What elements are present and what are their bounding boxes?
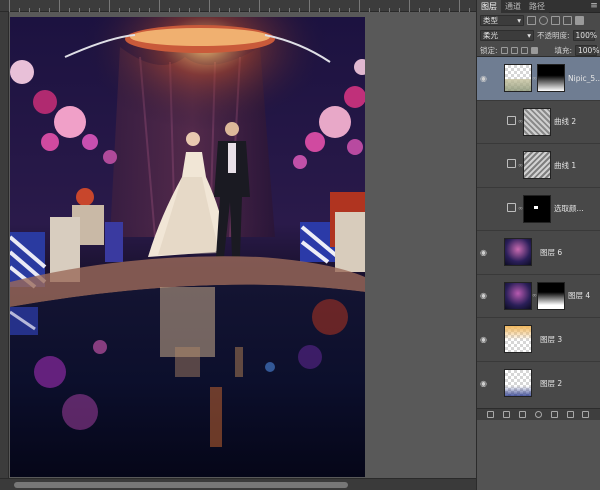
horizontal-scrollbar[interactable]	[0, 478, 476, 490]
document-image[interactable]	[10, 17, 365, 477]
link-layers-icon[interactable]	[487, 411, 495, 418]
opacity-label: 不透明度:	[537, 31, 570, 40]
filter-kind-select[interactable]: 类型 ▾	[480, 15, 524, 26]
ruler-tick	[309, 0, 310, 12]
lock-pixels-icon[interactable]	[510, 47, 518, 54]
layer-thumbnail	[504, 369, 532, 398]
layer-thumbnail	[504, 64, 532, 93]
blend-row: 柔光 ▾ 不透明度: 100%	[477, 28, 600, 43]
layer-row-curves-2[interactable]: ∞ 曲线 2	[477, 101, 600, 144]
visibility-eye-icon[interactable]: ◉	[477, 379, 490, 388]
layer-mask-thumbnail[interactable]	[523, 194, 551, 223]
layer-list: ◉ ∞ Nipic_5... ∞ 曲线 2 ∞ 曲线 1 ∞ 选取颜... ◉ …	[477, 56, 600, 408]
layer-mask-thumbnail[interactable]	[537, 281, 565, 310]
layer-row-curves-1[interactable]: ∞ 曲线 1	[477, 144, 600, 188]
layer-name[interactable]: 图层 4	[565, 290, 590, 301]
layer-name[interactable]: 图层 6	[532, 247, 562, 258]
layer-mask-thumbnail[interactable]	[537, 64, 565, 93]
layer-row-layer-6[interactable]: ◉ 图层 6	[477, 231, 600, 275]
fx-icon[interactable]	[503, 411, 511, 418]
layers-panel: 图层 通道 路径 ≡ 类型 ▾ 柔光 ▾ 不透明度: 100% 锁定: 填充: …	[476, 0, 600, 420]
fill-field[interactable]: 100%	[575, 45, 600, 56]
new-layer-icon[interactable]	[566, 411, 574, 418]
layer-name[interactable]: Nipic_5...	[565, 74, 600, 83]
panel-tab-bar: 图层 通道 路径 ≡	[477, 0, 600, 13]
canvas-area[interactable]	[9, 12, 476, 478]
smart-object-filter-icon[interactable]	[575, 16, 584, 25]
ruler-tick	[159, 0, 160, 12]
opacity-value: 100%	[575, 31, 597, 40]
blend-mode-select[interactable]: 柔光 ▾	[480, 30, 534, 41]
ruler-tick	[59, 0, 60, 12]
ruler-tick	[359, 0, 360, 12]
ruler-tick	[109, 0, 110, 12]
layer-row-layer-3[interactable]: ◉ 图层 3	[477, 318, 600, 362]
chevron-down-icon: ▾	[517, 16, 521, 25]
pixel-filter-icon[interactable]	[527, 16, 536, 25]
scrollbar-thumb[interactable]	[14, 482, 348, 488]
curves-adjustment-icon	[504, 159, 518, 171]
visibility-eye-icon[interactable]: ◉	[477, 335, 490, 344]
delete-layer-icon[interactable]	[582, 411, 590, 418]
layer-name[interactable]: 曲线 2	[551, 116, 576, 127]
new-group-icon[interactable]	[550, 411, 558, 418]
visibility-eye-icon[interactable]: ◉	[477, 74, 490, 83]
ruler-tick	[259, 0, 260, 12]
photoshop-window: 图层 通道 路径 ≡ 类型 ▾ 柔光 ▾ 不透明度: 100% 锁定: 填充: …	[0, 0, 600, 490]
panel-menu-icon[interactable]: ≡	[588, 0, 600, 12]
filter-kind-label: 类型	[483, 16, 498, 25]
layer-name[interactable]: 图层 2	[532, 378, 562, 389]
vertical-ruler[interactable]	[0, 12, 9, 478]
layers-panel-footer	[477, 408, 600, 420]
lock-label: 锁定:	[480, 46, 498, 55]
chevron-down-icon: ▾	[527, 31, 531, 40]
ruler-tick	[459, 0, 460, 12]
type-filter-icon[interactable]	[551, 16, 560, 25]
fill-value: 100%	[578, 46, 600, 55]
lock-transparent-icon[interactable]	[500, 47, 508, 54]
layer-name[interactable]: 图层 3	[532, 334, 562, 345]
shape-filter-icon[interactable]	[563, 16, 572, 25]
adjustment-filter-icon[interactable]	[539, 16, 548, 25]
layer-row-layer-2[interactable]: ◉ 图层 2	[477, 362, 600, 406]
tab-channels[interactable]: 通道	[501, 0, 525, 13]
layer-name[interactable]: 选取颜...	[551, 203, 584, 214]
horizontal-ruler[interactable]	[0, 0, 476, 12]
empty-panel-area	[476, 420, 600, 490]
visibility-eye-icon[interactable]: ◉	[477, 291, 490, 300]
selective-color-adjustment-icon	[504, 202, 518, 215]
fill-label: 填充:	[554, 46, 572, 55]
ruler-tick	[9, 0, 10, 12]
tab-layers[interactable]: 图层	[477, 0, 501, 13]
blend-mode-value: 柔光	[483, 31, 498, 40]
layer-thumbnail	[504, 281, 532, 310]
new-adjustment-icon[interactable]	[534, 411, 542, 418]
layer-thumbnail	[504, 325, 532, 354]
lock-all-icon[interactable]	[530, 47, 538, 54]
wedding-photo	[10, 17, 365, 477]
tab-paths[interactable]: 路径	[525, 0, 549, 13]
ruler-tick	[409, 0, 410, 12]
layer-mask-thumbnail[interactable]	[523, 151, 551, 180]
ruler-tick	[209, 0, 210, 12]
curves-adjustment-icon	[504, 115, 518, 128]
add-mask-icon[interactable]	[519, 411, 527, 418]
lock-position-icon[interactable]	[520, 47, 528, 54]
layer-row-nipic[interactable]: ◉ ∞ Nipic_5...	[477, 57, 600, 101]
layer-filter-row: 类型 ▾	[477, 13, 600, 28]
layer-name[interactable]: 曲线 1	[551, 160, 576, 171]
visibility-eye-icon[interactable]: ◉	[477, 248, 490, 257]
opacity-field[interactable]: 100%	[572, 30, 597, 41]
layer-mask-thumbnail[interactable]	[523, 107, 551, 136]
layer-row-selective-color[interactable]: ∞ 选取颜...	[477, 188, 600, 231]
layer-thumbnail	[504, 238, 532, 267]
layer-row-layer-4[interactable]: ◉ ∞ 图层 4	[477, 275, 600, 318]
